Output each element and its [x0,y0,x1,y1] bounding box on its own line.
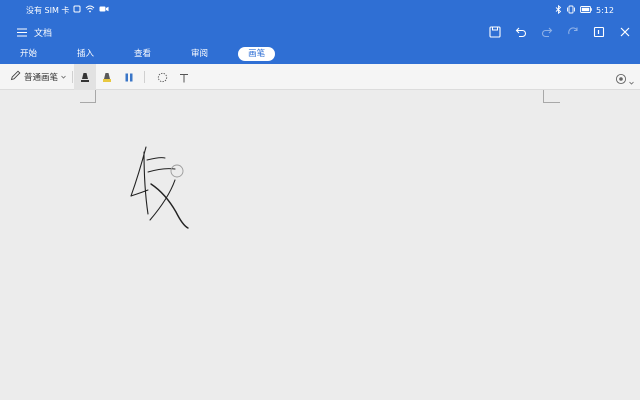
title-bar: 文档 [0,20,640,44]
ink-to-text-button[interactable] [173,64,195,90]
drawing-canvas[interactable] [0,90,640,400]
status-bar: 没有 SIM 卡 5:12 [0,0,640,20]
chevron-down-icon [61,72,66,82]
highlighter-icon [102,68,112,87]
wifi-icon [85,5,95,15]
tab-view[interactable]: 查看 [124,47,161,61]
toolbar-divider [144,71,145,83]
tab-insert[interactable]: 插入 [67,47,104,61]
pen-tool-button[interactable] [74,64,96,90]
carrier-text: 没有 SIM 卡 [26,5,70,15]
pen-cursor [170,164,184,178]
tab-home[interactable]: 开始 [10,47,47,61]
undo-icon[interactable] [514,22,528,42]
chevron-down-icon [629,70,634,89]
pen-type-label: 普通画笔 [24,73,59,83]
save-icon[interactable] [488,22,502,42]
highlighter-tool-button[interactable] [96,64,118,90]
pen-toolbar: 普通画笔 [0,64,640,90]
toolbar-divider [72,71,73,83]
bluetooth-icon [555,4,562,16]
tab-pen[interactable]: 画笔 [238,47,276,61]
vibrate-icon [566,5,576,16]
pen-settings-dropdown[interactable] [615,70,634,89]
close-icon[interactable] [618,22,632,42]
video-icon [99,5,109,15]
eraser-icon [124,68,134,87]
gear-icon [615,70,627,89]
battery-icon [580,5,592,15]
pen-type-dropdown[interactable]: 普通画笔 [10,70,66,84]
text-icon [179,68,189,87]
clock-text: 5:12 [596,5,614,15]
eraser-tool-button[interactable] [118,64,140,90]
redo-icon[interactable] [540,22,554,42]
pen-icon [80,68,90,87]
redo-alt-icon[interactable] [566,22,580,42]
fullscreen-icon[interactable] [592,22,606,42]
pencil-icon [10,70,21,84]
ribbon-tabs: 开始 插入 查看 审阅 画笔 [0,44,640,64]
handwriting-stroke [130,146,189,229]
hamburger-menu-icon[interactable] [16,25,28,39]
tab-review[interactable]: 审阅 [181,47,218,61]
lasso-select-button[interactable] [151,64,173,90]
notification-icon [73,5,81,15]
lasso-icon [157,68,168,87]
document-title: 文档 [34,29,53,39]
